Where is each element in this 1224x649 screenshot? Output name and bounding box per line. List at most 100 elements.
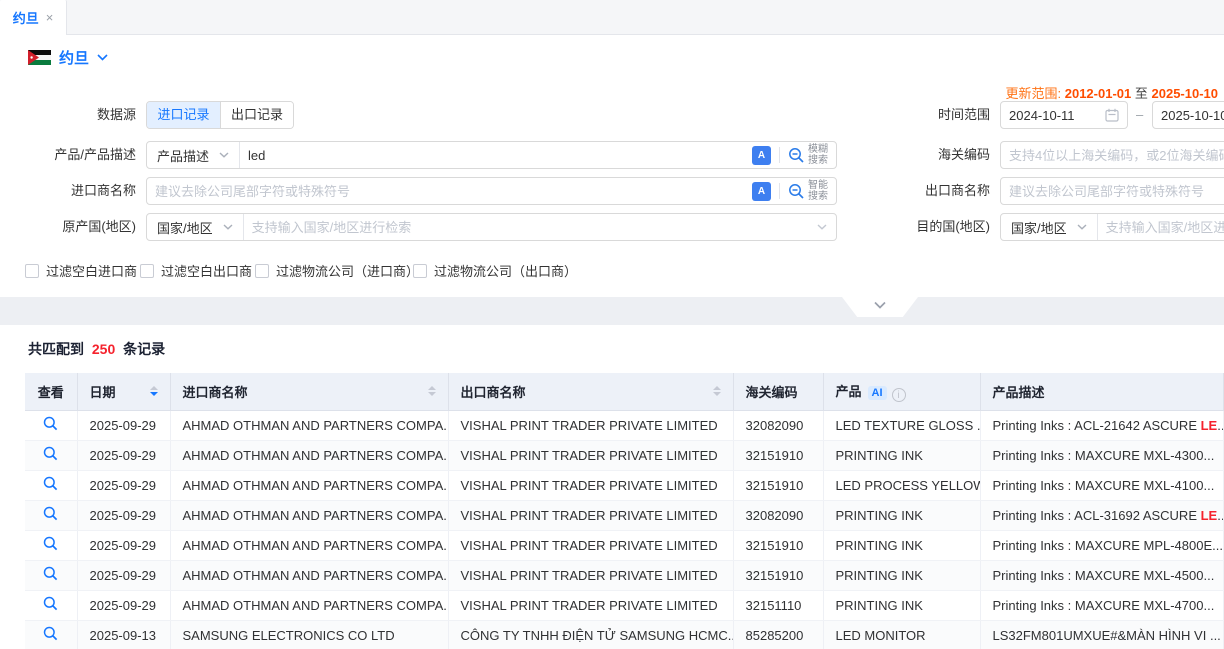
tab-jordan[interactable]: 约旦 ×	[0, 0, 67, 35]
checkbox-filter-logistics-exporter[interactable]: 过滤物流公司（出口商）	[413, 261, 577, 280]
exporter-field[interactable]	[1000, 177, 1224, 205]
sorter-exporter[interactable]	[713, 386, 721, 396]
info-icon[interactable]: i	[892, 388, 906, 402]
magnifier-icon	[43, 416, 58, 431]
header-hs-code: 海关编码	[733, 373, 823, 410]
exporter-link[interactable]: VISHAL PRINT TRADER PRIVATE LIMITED	[448, 500, 733, 530]
product-link[interactable]: PRINTING INK	[823, 440, 980, 470]
update-range-label: 更新范围:	[1005, 86, 1061, 101]
view-record-button[interactable]	[25, 530, 77, 560]
importer-link[interactable]: AHMAD OTHMAN AND PARTNERS COMPA...	[170, 410, 448, 440]
checkbox-icon[interactable]	[140, 264, 154, 278]
dest-country-input[interactable]	[1098, 215, 1224, 239]
view-record-button[interactable]	[25, 440, 77, 470]
toggle-import-records[interactable]: 进口记录	[147, 102, 220, 128]
checkbox-label: 过滤空白出口商	[161, 261, 252, 280]
hs-code-cell: 32151110	[733, 590, 823, 620]
header-date[interactable]: 日期	[77, 373, 170, 410]
summary-suffix: 条记录	[123, 341, 165, 357]
importer-link[interactable]: AHMAD OTHMAN AND PARTNERS COMPA...	[170, 500, 448, 530]
view-record-button[interactable]	[25, 560, 77, 590]
exporter-link[interactable]: VISHAL PRINT TRADER PRIVATE LIMITED	[448, 410, 733, 440]
table-row: 2025-09-29 AHMAD OTHMAN AND PARTNERS COM…	[25, 410, 1224, 440]
table-row: 2025-09-29 AHMAD OTHMAN AND PARTNERS COM…	[25, 530, 1224, 560]
checkbox-icon[interactable]	[255, 264, 269, 278]
magnifier-icon	[43, 446, 58, 461]
search-minus-icon	[788, 147, 805, 164]
date-to-field[interactable]	[1152, 101, 1224, 129]
product-link[interactable]: PRINTING INK	[823, 500, 980, 530]
importer-link[interactable]: AHMAD OTHMAN AND PARTNERS COMPA...	[170, 440, 448, 470]
translate-icon[interactable]: A	[752, 182, 771, 201]
date-from-field[interactable]	[1000, 101, 1128, 129]
chevron-down-icon[interactable]	[817, 224, 836, 230]
magnifier-icon	[43, 536, 58, 551]
product-type-select[interactable]: 产品描述	[147, 142, 240, 168]
importer-input[interactable]	[147, 179, 744, 203]
view-record-button[interactable]	[25, 620, 77, 649]
checkbox-icon[interactable]	[25, 264, 39, 278]
header-product: 产品AIi	[823, 373, 980, 410]
importer-link[interactable]: AHMAD OTHMAN AND PARTNERS COMPA...	[170, 590, 448, 620]
view-record-button[interactable]	[25, 590, 77, 620]
exporter-link[interactable]: VISHAL PRINT TRADER PRIVATE LIMITED	[448, 440, 733, 470]
exporter-link[interactable]: VISHAL PRINT TRADER PRIVATE LIMITED	[448, 590, 733, 620]
importer-link[interactable]: AHMAD OTHMAN AND PARTNERS COMPA...	[170, 560, 448, 590]
origin-country-type-select[interactable]: 国家/地区	[147, 214, 244, 240]
checkbox-icon[interactable]	[413, 264, 427, 278]
product-search-input[interactable]	[240, 143, 744, 167]
table-header-row: 查看 日期 进口商名称 出口商名称 海关编码 产品A	[25, 373, 1224, 410]
results-summary: 共匹配到 250 条记录	[28, 339, 165, 359]
exporter-link[interactable]: VISHAL PRINT TRADER PRIVATE LIMITED	[448, 530, 733, 560]
importer-link[interactable]: AHMAD OTHMAN AND PARTNERS COMPA...	[170, 470, 448, 500]
exporter-link[interactable]: VISHAL PRINT TRADER PRIVATE LIMITED	[448, 560, 733, 590]
country-selector[interactable]: 约旦	[28, 47, 108, 68]
dest-country-type-select[interactable]: 国家/地区	[1001, 214, 1098, 240]
hs-code-cell: 32151910	[733, 530, 823, 560]
table-row: 2025-09-13 SAMSUNG ELECTRONICS CO LTD CÔ…	[25, 620, 1224, 649]
date-cell: 2025-09-29	[77, 560, 170, 590]
toggle-export-records[interactable]: 出口记录	[220, 102, 293, 128]
smart-search-button[interactable]: 智能 搜索	[788, 180, 828, 202]
header-importer-label: 进口商名称	[183, 382, 248, 401]
chevron-down-icon	[97, 54, 108, 61]
hs-code-input[interactable]	[1001, 143, 1224, 167]
product-link[interactable]: LED PROCESS YELLOW...	[823, 470, 980, 500]
sorter-importer[interactable]	[428, 386, 436, 396]
product-link[interactable]: PRINTING INK	[823, 590, 980, 620]
date-to-input[interactable]	[1153, 103, 1224, 127]
fuzzy-search-button[interactable]: 模糊 搜索	[788, 144, 828, 166]
header-importer[interactable]: 进口商名称	[170, 373, 448, 410]
date-from-input[interactable]	[1001, 103, 1097, 127]
exporter-link[interactable]: VISHAL PRINT TRADER PRIVATE LIMITED	[448, 470, 733, 500]
date-cell: 2025-09-29	[77, 530, 170, 560]
product-link[interactable]: LED MONITOR	[823, 620, 980, 649]
checkbox-filter-blank-importer[interactable]: 过滤空白进口商	[25, 261, 137, 280]
hs-code-field[interactable]	[1000, 141, 1224, 169]
product-link[interactable]: LED TEXTURE GLOSS ...	[823, 410, 980, 440]
view-record-button[interactable]	[25, 500, 77, 530]
collapse-panel-button[interactable]	[842, 297, 918, 317]
exporter-input[interactable]	[1001, 179, 1224, 203]
table-row: 2025-09-29 AHMAD OTHMAN AND PARTNERS COM…	[25, 590, 1224, 620]
hs-code-cell: 32082090	[733, 500, 823, 530]
date-cell: 2025-09-13	[77, 620, 170, 649]
product-link[interactable]: PRINTING INK	[823, 530, 980, 560]
data-source-toggle: 进口记录 出口记录	[146, 101, 294, 129]
importer-link[interactable]: SAMSUNG ELECTRONICS CO LTD	[170, 620, 448, 649]
importer-link[interactable]: AHMAD OTHMAN AND PARTNERS COMPA...	[170, 530, 448, 560]
tab-close-icon[interactable]: ×	[46, 10, 54, 25]
header-view: 查看	[25, 373, 77, 410]
view-record-button[interactable]	[25, 470, 77, 500]
view-record-button[interactable]	[25, 410, 77, 440]
product-link[interactable]: PRINTING INK	[823, 560, 980, 590]
importer-field: A 智能 搜索	[146, 177, 837, 205]
magnifier-icon	[43, 596, 58, 611]
origin-country-input[interactable]	[244, 215, 817, 239]
checkbox-filter-logistics-importer[interactable]: 过滤物流公司（进口商）	[255, 261, 419, 280]
checkbox-filter-blank-exporter[interactable]: 过滤空白出口商	[140, 261, 252, 280]
sorter-date[interactable]	[150, 386, 158, 396]
translate-icon[interactable]: A	[752, 146, 771, 165]
header-exporter[interactable]: 出口商名称	[448, 373, 733, 410]
exporter-link[interactable]: CÔNG TY TNHH ĐIỆN TỬ SAMSUNG HCMC...	[448, 620, 733, 649]
